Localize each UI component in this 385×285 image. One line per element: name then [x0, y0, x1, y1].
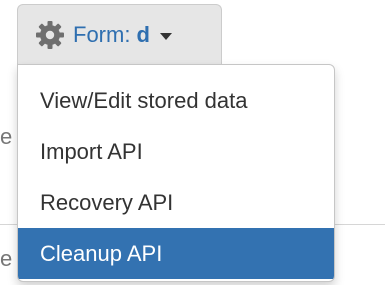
form-name: d — [136, 21, 150, 47]
menu-item-import-api[interactable]: Import API — [18, 126, 334, 177]
form-dropdown-menu: View/Edit stored data Import API Recover… — [17, 64, 335, 282]
menu-item-recovery-api[interactable]: Recovery API — [18, 177, 334, 228]
menu-item-view-edit-stored-data[interactable]: View/Edit stored data — [18, 75, 334, 126]
background-text-fragment: e — [0, 124, 13, 149]
form-dropdown-toggle[interactable]: Form: d — [17, 4, 222, 64]
background-text-fragment: e — [0, 246, 13, 271]
caret-down-icon — [159, 32, 172, 40]
gear-icon — [35, 20, 65, 50]
form-label: Form: — [73, 21, 131, 47]
menu-item-cleanup-api[interactable]: Cleanup API — [18, 228, 334, 279]
